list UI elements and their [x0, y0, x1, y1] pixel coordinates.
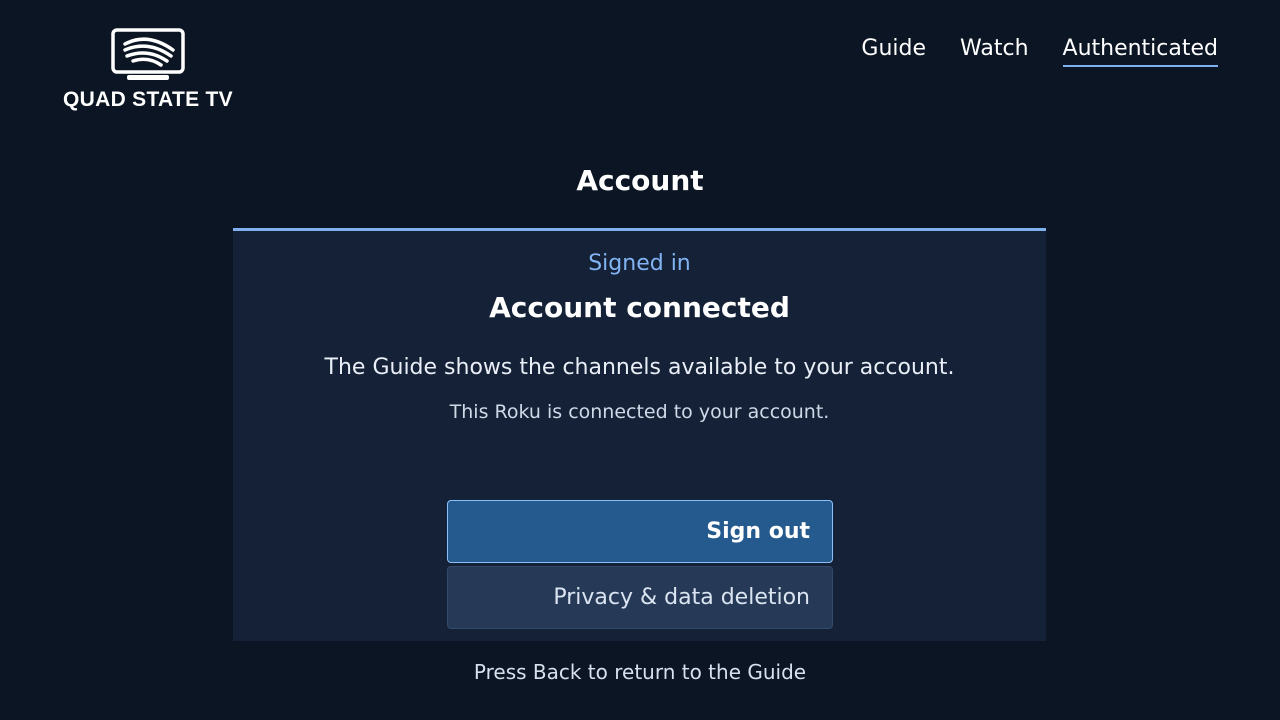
nav-item-authenticated[interactable]: Authenticated [1062, 36, 1218, 67]
nav-item-watch[interactable]: Watch [960, 36, 1029, 67]
page-title: Account [576, 164, 704, 197]
top-nav: Guide Watch Authenticated [861, 36, 1218, 67]
panel-heading: Account connected [489, 291, 790, 324]
panel-description: The Guide shows the channels available t… [324, 355, 955, 380]
privacy-button[interactable]: Privacy & data deletion [447, 566, 833, 629]
brand-name: QUAD STATE TV [63, 88, 233, 111]
account-panel: Signed in Account connected The Guide sh… [233, 228, 1046, 641]
sign-out-button[interactable]: Sign out [447, 500, 833, 563]
status-label: Signed in [588, 251, 691, 276]
panel-subtext: This Roku is connected to your account. [449, 401, 830, 423]
footer-hint: Press Back to return to the Guide [473, 660, 807, 684]
nav-item-guide[interactable]: Guide [861, 36, 926, 67]
brand-logo: QUAD STATE TV [56, 28, 240, 112]
tv-icon [111, 28, 185, 80]
